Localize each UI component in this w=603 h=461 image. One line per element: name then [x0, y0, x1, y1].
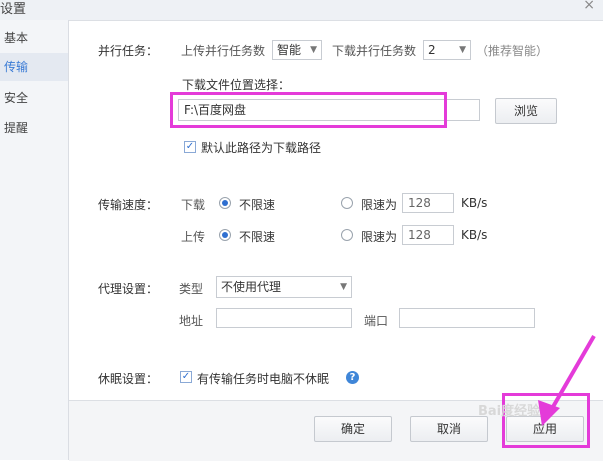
help-icon[interactable]: ?	[346, 371, 359, 384]
upload-limit-input[interactable]: 128	[402, 225, 454, 245]
download-limit-label: 限速为	[361, 198, 398, 212]
upload-unlimited-label: 不限速	[239, 230, 276, 244]
sidebar-item-security[interactable]: 安全	[0, 84, 68, 112]
sidebar: 基本 传输 安全 提醒	[0, 20, 69, 460]
proxy-port-input[interactable]	[399, 308, 535, 328]
download-limit-radio[interactable]	[341, 197, 353, 209]
path-highlight-box	[170, 92, 447, 128]
sidebar-item-reminder[interactable]: 提醒	[0, 114, 68, 142]
proxy-address-input[interactable]	[216, 308, 352, 328]
default-path-checkbox[interactable]: ✓	[184, 141, 196, 153]
parallel-section-label: 并行任务：	[98, 44, 159, 58]
upload-parallel-label: 上传并行任务数	[181, 44, 266, 58]
sidebar-item-basic[interactable]: 基本	[0, 24, 68, 52]
close-icon[interactable]: ×	[583, 0, 595, 13]
download-unlimited-label: 不限速	[239, 198, 276, 212]
chevron-down-icon: ▼	[310, 45, 317, 55]
chevron-down-icon: ▼	[459, 45, 466, 55]
upload-parallel-select[interactable]: 智能 ▼	[272, 40, 322, 60]
upload-unit-label: KB/s	[461, 228, 488, 242]
sidebar-item-transfer[interactable]: 传输	[0, 53, 68, 81]
no-sleep-checkbox-label: 有传输任务时电脑不休眠	[197, 372, 330, 386]
download-speed-label: 下载	[181, 198, 206, 212]
download-location-label: 下载文件位置选择：	[182, 78, 291, 92]
download-unlimited-radio[interactable]	[219, 197, 231, 209]
proxy-type-value: 不使用代理	[221, 280, 282, 294]
proxy-address-label: 地址	[179, 314, 204, 328]
upload-unlimited-radio[interactable]	[219, 229, 231, 241]
no-sleep-checkbox[interactable]: ✓	[180, 371, 192, 383]
speed-section-label: 传输速度：	[98, 198, 159, 212]
arrow-shaft	[548, 334, 596, 414]
pointer-arrow-annotation	[538, 334, 596, 426]
download-unit-label: KB/s	[461, 196, 488, 210]
proxy-type-label: 类型	[179, 282, 204, 296]
cancel-button[interactable]: 取消	[410, 416, 488, 442]
proxy-port-label: 端口	[364, 314, 389, 328]
window-title: 设置	[0, 2, 27, 17]
ok-button[interactable]: 确定	[314, 416, 392, 442]
title-bar: 设置 ×	[0, 0, 603, 21]
proxy-section-label: 代理设置：	[98, 282, 159, 296]
upload-limit-radio[interactable]	[341, 229, 353, 241]
parallel-hint: （推荐智能）	[476, 44, 549, 58]
download-limit-input[interactable]: 128	[402, 193, 454, 213]
browse-button[interactable]: 浏览	[495, 98, 557, 124]
download-parallel-select[interactable]: 2 ▼	[423, 40, 471, 60]
default-path-checkbox-label: 默认此路径为下载路径	[201, 141, 322, 155]
upload-parallel-value: 智能	[277, 43, 302, 57]
proxy-type-select[interactable]: 不使用代理 ▼	[216, 276, 352, 298]
sleep-section-label: 休眠设置：	[98, 372, 159, 386]
chevron-down-icon: ▼	[340, 282, 347, 292]
download-parallel-label: 下载并行任务数	[332, 44, 417, 58]
upload-speed-label: 上传	[181, 230, 206, 244]
download-parallel-value: 2	[428, 43, 436, 57]
upload-limit-label: 限速为	[361, 230, 398, 244]
